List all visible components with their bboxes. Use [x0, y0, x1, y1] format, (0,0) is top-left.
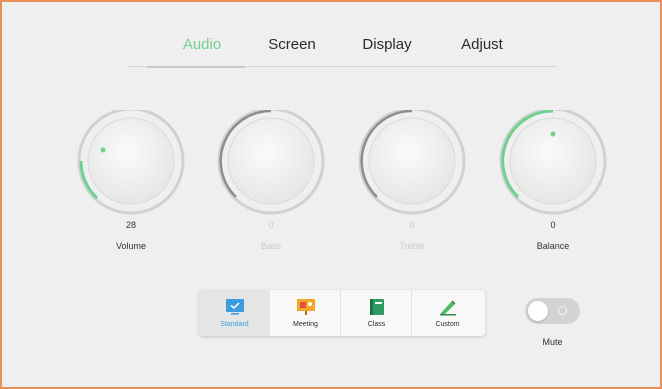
custom-icon — [440, 300, 456, 316]
tab-audio[interactable]: Audio — [157, 34, 247, 64]
tab-display[interactable]: Display — [342, 34, 432, 64]
mode-custom-label: Custom — [435, 321, 460, 328]
treble-label: Treble — [399, 241, 425, 251]
tab-screen[interactable]: Screen — [247, 34, 337, 64]
balance-knob[interactable] — [498, 110, 608, 220]
mode-class-button[interactable]: Class — [341, 290, 412, 336]
meeting-icon — [297, 299, 315, 315]
sound-mode-selector: Standard Meeting Class Custom — [199, 290, 485, 336]
active-tab-indicator — [147, 66, 245, 68]
mode-standard-label: Standard — [220, 321, 249, 328]
treble-knob[interactable] — [357, 110, 467, 220]
mode-meeting-label: Meeting — [293, 321, 318, 328]
mute-toggle-thumb — [528, 301, 548, 321]
mute-label: Mute — [542, 337, 563, 347]
balance-label: Balance — [536, 241, 570, 251]
mode-standard-button[interactable]: Standard — [199, 290, 270, 336]
class-icon — [370, 299, 384, 315]
treble-value: 0 — [409, 220, 415, 230]
bass-knob[interactable] — [216, 110, 326, 220]
mode-custom-button[interactable]: Custom — [412, 290, 483, 336]
standard-icon — [226, 299, 244, 315]
bass-label: Bass — [260, 241, 281, 251]
mode-class-label: Class — [367, 321, 386, 328]
volume-value: 28 — [125, 220, 136, 230]
mode-meeting-button[interactable]: Meeting — [270, 290, 341, 336]
mute-toggle[interactable] — [525, 298, 580, 324]
bass-value: 0 — [268, 220, 274, 230]
settings-tabs: Audio Screen Display Adjust — [127, 30, 557, 68]
volume-knob[interactable] — [76, 110, 186, 220]
tab-adjust[interactable]: Adjust — [437, 34, 527, 64]
balance-value: 0 — [550, 220, 556, 230]
toggle-off-icon — [558, 306, 567, 315]
audio-settings-panel: Audio Screen Display Adjust 28 Volume 0 … — [0, 0, 662, 389]
volume-label: Volume — [115, 241, 147, 251]
